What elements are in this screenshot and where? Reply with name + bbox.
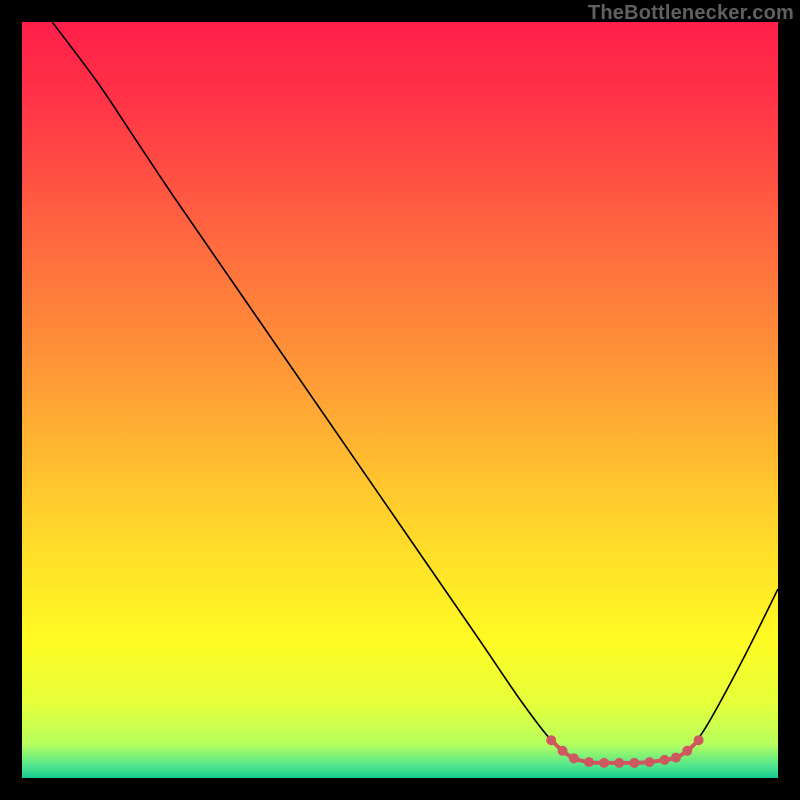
watermark-text: TheBottlenecker.com	[588, 2, 794, 25]
valley-marker	[694, 735, 704, 745]
chart-svg	[22, 22, 778, 778]
valley-marker	[660, 755, 670, 765]
valley-marker	[682, 746, 692, 756]
valley-marker	[671, 753, 681, 763]
valley-marker	[546, 735, 556, 745]
valley-marker	[644, 757, 654, 767]
valley-marker	[558, 746, 568, 756]
valley-marker	[569, 753, 579, 763]
chart-background	[22, 22, 778, 778]
valley-marker	[599, 758, 609, 768]
plot-area	[22, 22, 778, 778]
valley-marker	[629, 758, 639, 768]
valley-marker	[584, 757, 594, 767]
chart-container: TheBottlenecker.com	[0, 0, 800, 800]
valley-marker	[614, 758, 624, 768]
